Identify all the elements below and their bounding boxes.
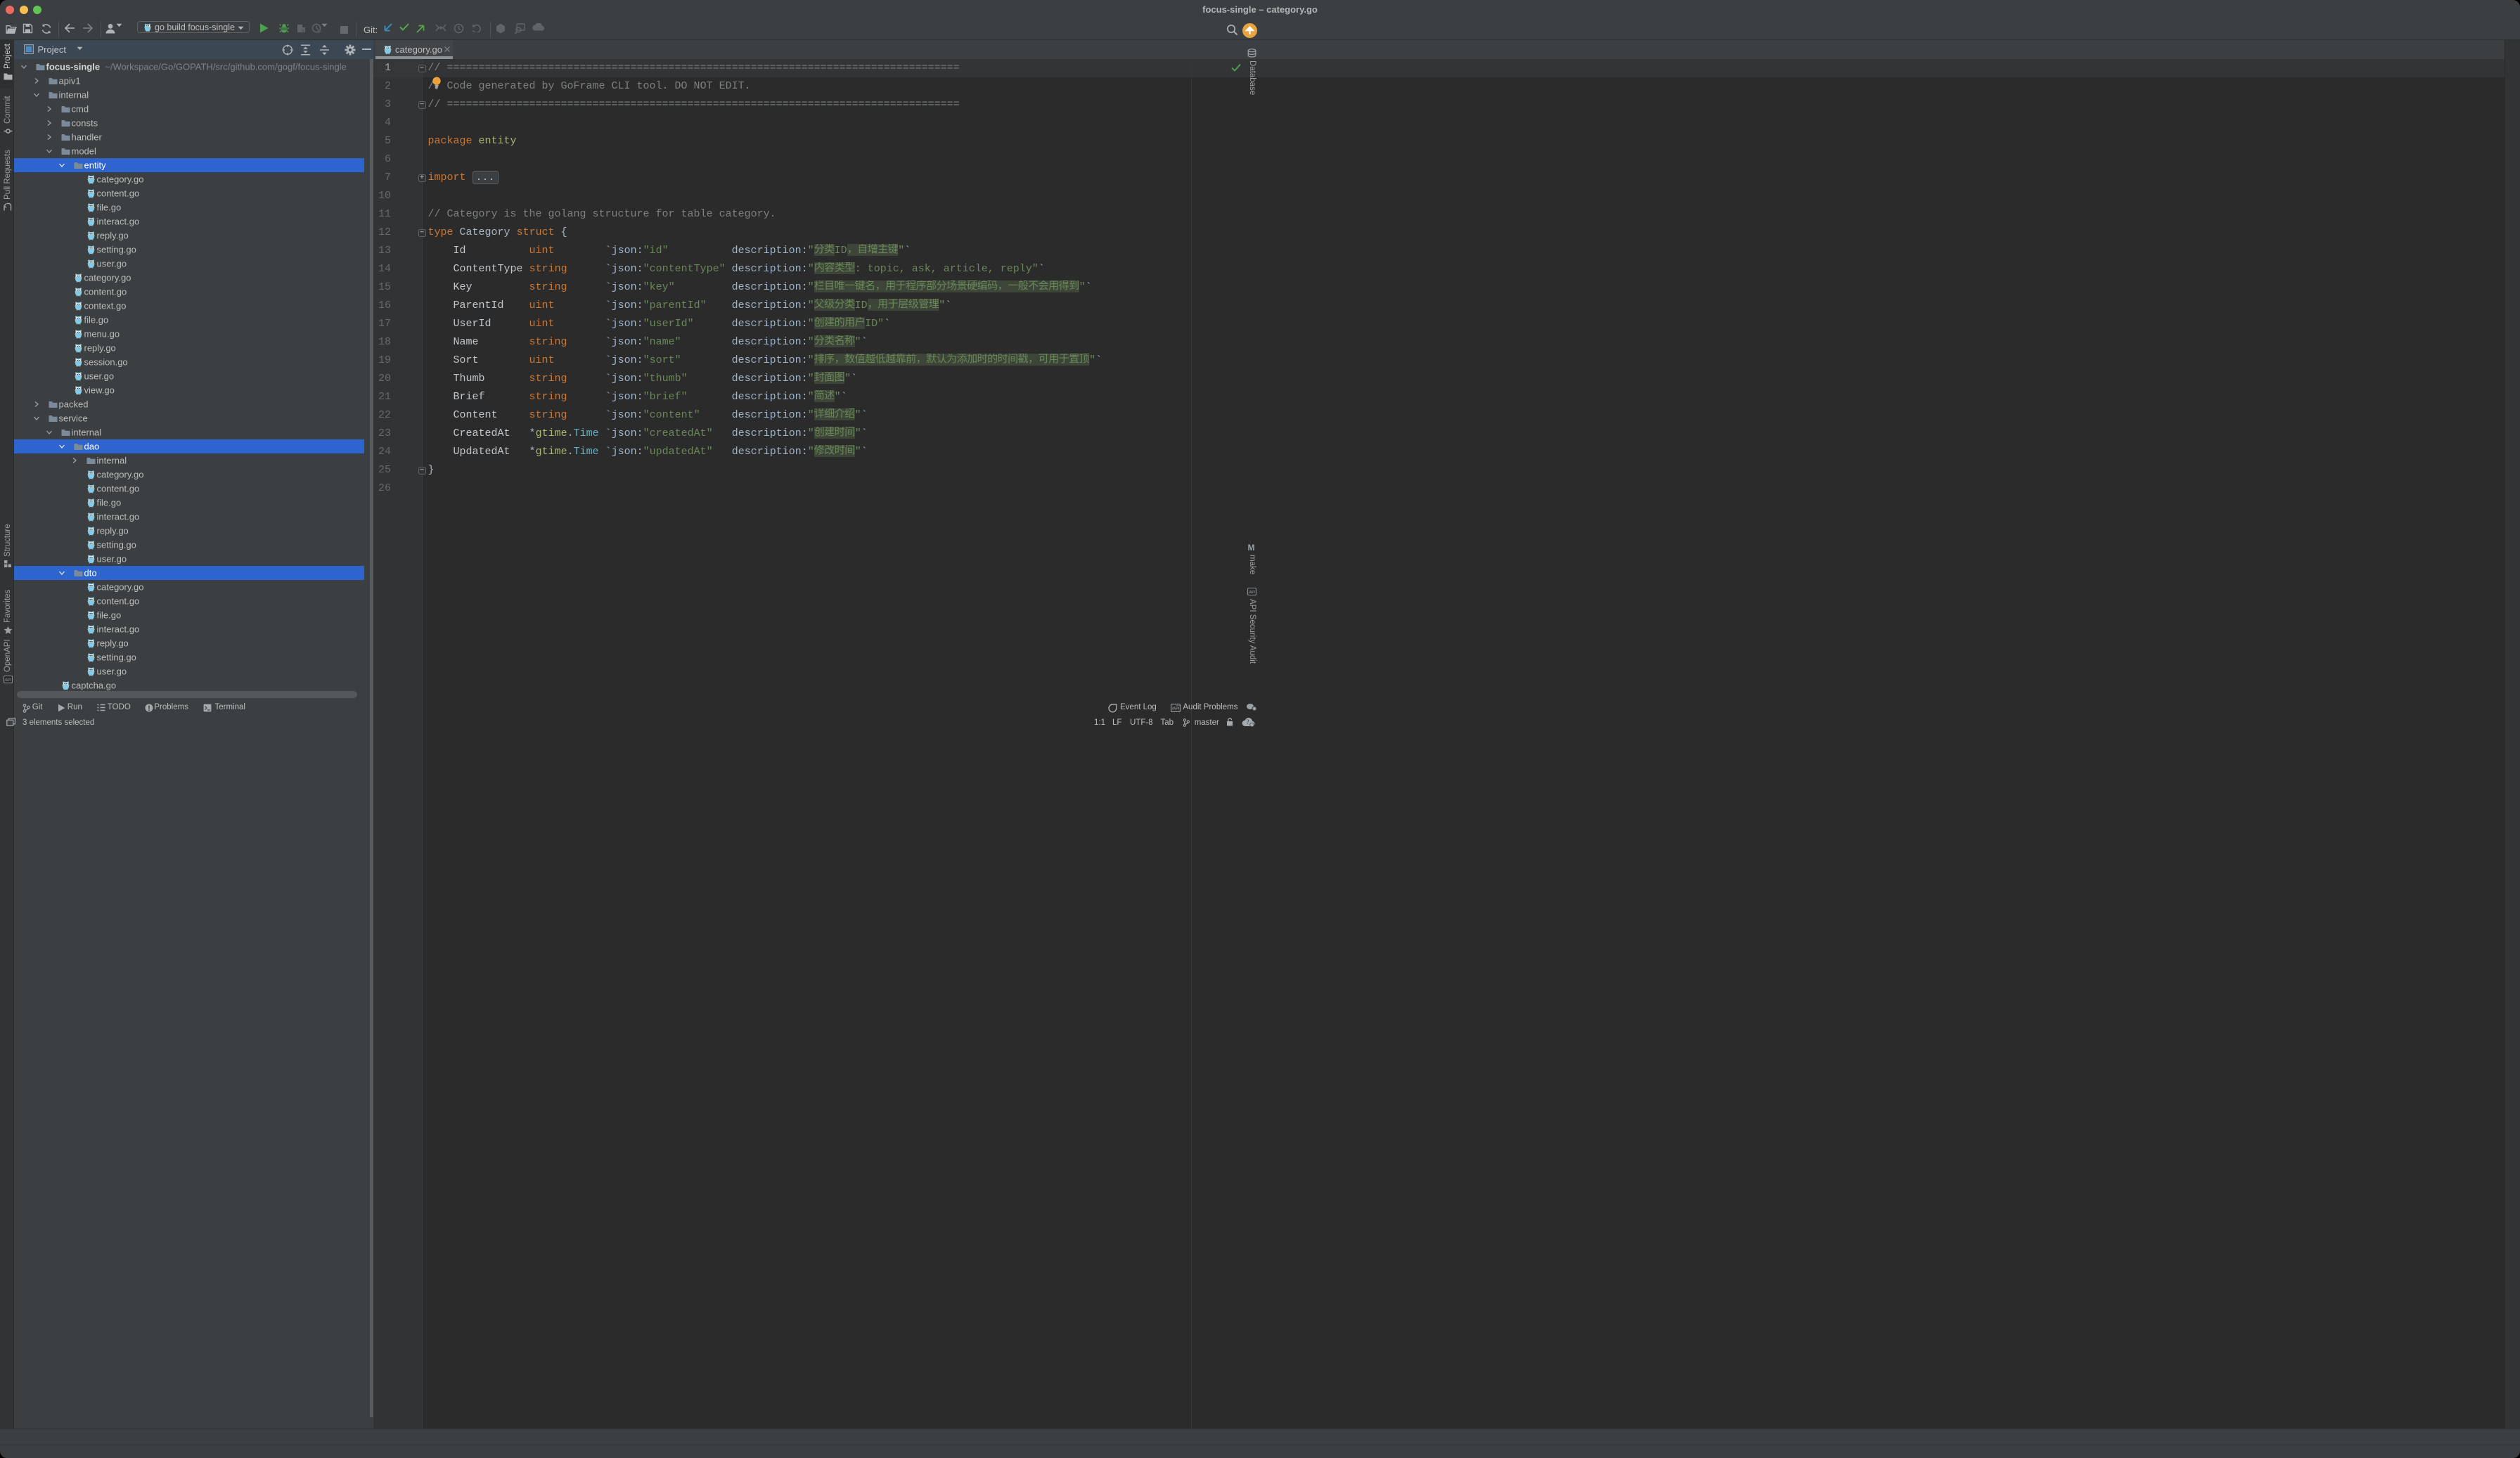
svg-text:/API: /API xyxy=(4,678,11,682)
svg-text:/API: /API xyxy=(1249,591,1255,595)
svg-text:M: M xyxy=(1248,543,1255,551)
svg-text:?: ? xyxy=(1246,718,1249,725)
svg-text:/API: /API xyxy=(1172,707,1180,711)
